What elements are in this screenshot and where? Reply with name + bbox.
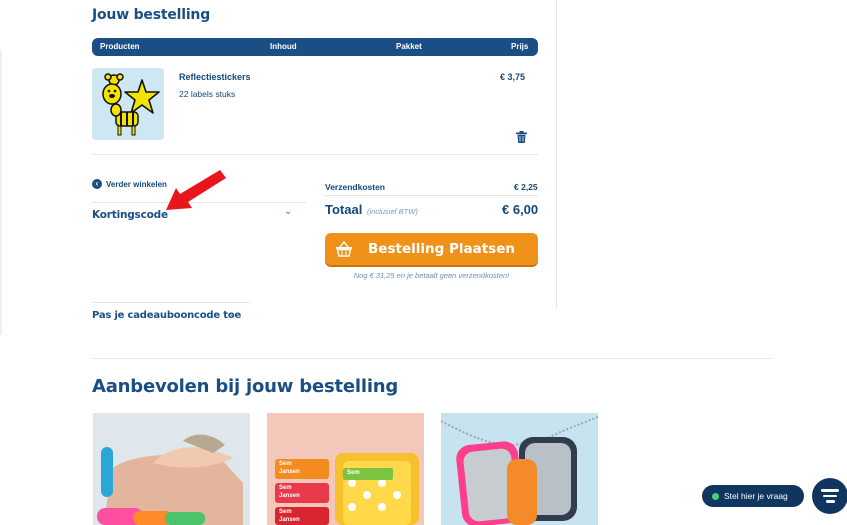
total-label: Totaal: [325, 202, 363, 217]
recommended-product-card[interactable]: [93, 413, 250, 525]
shipping-label: Verzendkosten: [325, 182, 385, 192]
label-name-text: Jansen: [279, 517, 300, 523]
col-price: Prijs: [511, 42, 529, 51]
label-name-text: Sem: [347, 470, 360, 476]
col-package: Pakket: [396, 42, 422, 51]
gift-code-toggle[interactable]: Pas je cadeaubooncode toe: [92, 310, 241, 321]
col-products: Producten: [100, 42, 140, 51]
label-name-text: Sem: [279, 461, 292, 467]
wristband-photo: [93, 413, 250, 525]
left-edge-divider: [0, 50, 2, 335]
trash-icon[interactable]: [516, 130, 527, 143]
label-name-text: Sem: [279, 509, 292, 515]
recommended-product-card[interactable]: [441, 413, 598, 525]
product-image[interactable]: [92, 68, 164, 140]
total-vat-note: (inclusief BTW): [367, 207, 418, 216]
product-name[interactable]: Reflectiestickers: [179, 72, 251, 82]
red-arrow-annotation: [166, 170, 226, 210]
chevron-left-icon: ‹: [92, 179, 102, 189]
label-name-text: Jansen: [279, 469, 300, 475]
column-divider: [556, 0, 557, 308]
dog-tags-photo: [441, 413, 598, 525]
order-title: Jouw bestelling: [92, 7, 211, 23]
label-name-text: Sem: [279, 485, 292, 491]
online-status-icon: [712, 492, 719, 500]
col-contents: Inhoud: [270, 42, 297, 51]
chat-help-button[interactable]: Stel hier je vraag: [702, 485, 804, 507]
section-divider: [92, 358, 772, 359]
free-shipping-note: Nog € 31,25 en je betaalt geen verzendko…: [353, 271, 510, 280]
divider: [325, 195, 538, 196]
chevron-down-icon[interactable]: ⌄: [284, 206, 292, 217]
discount-code-toggle[interactable]: Kortingscode: [92, 209, 168, 221]
product-price: € 3,75: [500, 72, 526, 82]
chat-help-label: Stel hier je vraag: [724, 491, 788, 501]
product-quantity: 22 labels stuks: [179, 89, 236, 99]
place-order-button[interactable]: Bestelling Plaatsen: [325, 233, 538, 265]
basket-icon: [336, 240, 352, 257]
total-value: € 6,00: [502, 202, 539, 217]
shipping-value: € 2,25: [514, 182, 538, 192]
divider: [92, 154, 538, 155]
continue-shopping-link[interactable]: ‹ Verder winkelen: [92, 179, 167, 189]
recommended-title: Aanbevolen bij jouw bestelling: [92, 376, 399, 397]
continue-shopping-label: Verder winkelen: [106, 179, 167, 189]
order-table-header: Producten Inhoud Pakket Prijs: [92, 38, 538, 56]
divider: [92, 302, 250, 303]
place-order-label: Bestelling Plaatsen: [368, 241, 515, 257]
recommended-product-card[interactable]: Sem Jansen Sem Jansen Sem Jansen Sem: [267, 413, 424, 525]
chat-menu-icon[interactable]: [812, 478, 847, 514]
chevron-down-icon[interactable]: ⌄: [228, 308, 236, 319]
label-name-text: Jansen: [279, 493, 300, 499]
